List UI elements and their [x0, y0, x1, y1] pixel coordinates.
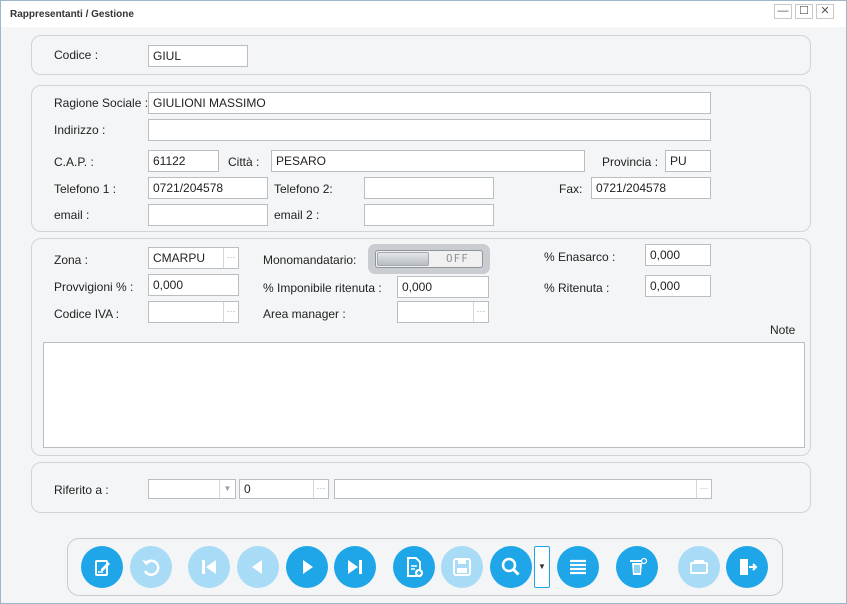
zona-field[interactable]: CMARPU ···: [148, 247, 239, 269]
telefono1-field[interactable]: 0721/204578: [148, 177, 268, 199]
riferito-select[interactable]: ▼: [148, 479, 236, 499]
note-label: Note: [770, 323, 796, 337]
exit-icon: [740, 559, 758, 575]
telefono2-label: Telefono 2:: [274, 182, 333, 196]
window-title: Rappresentanti / Gestione: [10, 9, 134, 20]
email2-field[interactable]: [364, 204, 494, 226]
zona-value: CMARPU: [153, 251, 206, 265]
toggle-knob[interactable]: [377, 252, 429, 266]
undo-button[interactable]: [130, 546, 172, 588]
riferito-number-field[interactable]: 0 ···: [239, 479, 329, 499]
monomandatario-toggle[interactable]: OFF: [368, 244, 490, 274]
close-button[interactable]: ✕: [816, 4, 834, 19]
print-icon: [690, 560, 708, 574]
search-button[interactable]: [490, 546, 532, 588]
telefono1-label: Telefono 1 :: [54, 182, 117, 196]
cap-label: C.A.P. :: [54, 155, 94, 169]
zona-label: Zona :: [54, 253, 89, 267]
ritenuta-field[interactable]: 0,000: [645, 275, 711, 297]
indirizzo-label: Indirizzo :: [54, 123, 106, 137]
enasarco-field[interactable]: 0,000: [645, 244, 711, 266]
toggle-track: OFF: [375, 250, 483, 268]
exit-button[interactable]: [726, 546, 768, 588]
first-icon: [202, 560, 216, 574]
email2-label: email 2 :: [274, 208, 320, 222]
riferito-number-value: 0: [244, 482, 251, 496]
chevron-down-icon: ▼: [538, 562, 546, 571]
riferito-lookup-button[interactable]: ···: [313, 480, 328, 498]
area-manager-lookup-button[interactable]: ···: [473, 302, 488, 322]
codice-iva-lookup-button[interactable]: ···: [223, 302, 238, 322]
note-textarea[interactable]: [43, 342, 805, 448]
citta-label: Città :: [228, 155, 260, 169]
fax-field[interactable]: 0721/204578: [591, 177, 711, 199]
citta-field[interactable]: PESARO: [271, 150, 585, 172]
edit-button[interactable]: [81, 546, 123, 588]
fax-label: Fax:: [559, 182, 583, 196]
imponibile-ritenuta-field[interactable]: 0,000: [397, 276, 489, 298]
provincia-label: Provincia :: [602, 155, 659, 169]
area-manager-field[interactable]: ···: [397, 301, 489, 323]
first-record-button[interactable]: [188, 546, 230, 588]
chevron-down-icon[interactable]: ▼: [219, 480, 235, 498]
last-record-button[interactable]: [334, 546, 376, 588]
new-document-icon: [407, 557, 423, 577]
maximize-button[interactable]: ☐: [795, 4, 813, 19]
ragione-sociale-label: Ragione Sociale :: [54, 96, 149, 110]
cap-field[interactable]: 61122: [148, 150, 219, 172]
delete-icon: [630, 557, 648, 575]
previous-icon: [252, 560, 262, 574]
provvigioni-field[interactable]: 0,000: [148, 274, 239, 296]
print-button[interactable]: [678, 546, 720, 588]
enasarco-label: % Enasarco :: [544, 250, 616, 264]
search-options-dropdown[interactable]: ▼: [534, 546, 550, 588]
window: Rappresentanti / Gestione — ☐ ✕ Codice :…: [0, 0, 847, 604]
monomandatario-label: Monomandatario:: [263, 253, 357, 267]
area-manager-label: Area manager :: [263, 307, 346, 321]
new-document-button[interactable]: [393, 546, 435, 588]
search-icon: [501, 557, 520, 576]
title-bar: Rappresentanti / Gestione — ☐ ✕: [1, 1, 846, 27]
imponibile-ritenuta-label: % Imponibile ritenuta :: [263, 281, 382, 295]
list-icon: [570, 559, 586, 575]
riferito-label: Riferito a :: [54, 483, 109, 497]
provincia-field[interactable]: PU: [665, 150, 711, 172]
riferito-text-field[interactable]: ···: [334, 479, 712, 499]
next-icon: [303, 560, 313, 574]
provvigioni-label: Provvigioni % :: [54, 280, 134, 294]
ragione-sociale-field[interactable]: GIULIONI MASSIMO: [148, 92, 711, 114]
codice-field[interactable]: GIUL: [148, 45, 248, 67]
ritenuta-label: % Ritenuta :: [544, 281, 610, 295]
save-icon: [453, 558, 471, 576]
codice-label: Codice :: [54, 48, 99, 62]
save-button[interactable]: [441, 546, 483, 588]
list-button[interactable]: [557, 546, 599, 588]
telefono2-field[interactable]: [364, 177, 494, 199]
undo-icon: [142, 559, 160, 576]
previous-record-button[interactable]: [237, 546, 279, 588]
toggle-state: OFF: [446, 252, 469, 265]
email-label: email :: [54, 208, 90, 222]
codice-iva-label: Codice IVA :: [54, 307, 120, 321]
riferito-text-lookup-button[interactable]: ···: [696, 480, 711, 498]
email-field[interactable]: [148, 204, 268, 226]
zona-lookup-button[interactable]: ···: [223, 248, 238, 268]
edit-icon: [95, 560, 110, 576]
delete-button[interactable]: [616, 546, 658, 588]
next-record-button[interactable]: [286, 546, 328, 588]
last-icon: [348, 560, 362, 574]
codice-iva-field[interactable]: ···: [148, 301, 239, 323]
minimize-button[interactable]: —: [774, 4, 792, 19]
indirizzo-field[interactable]: [148, 119, 711, 141]
